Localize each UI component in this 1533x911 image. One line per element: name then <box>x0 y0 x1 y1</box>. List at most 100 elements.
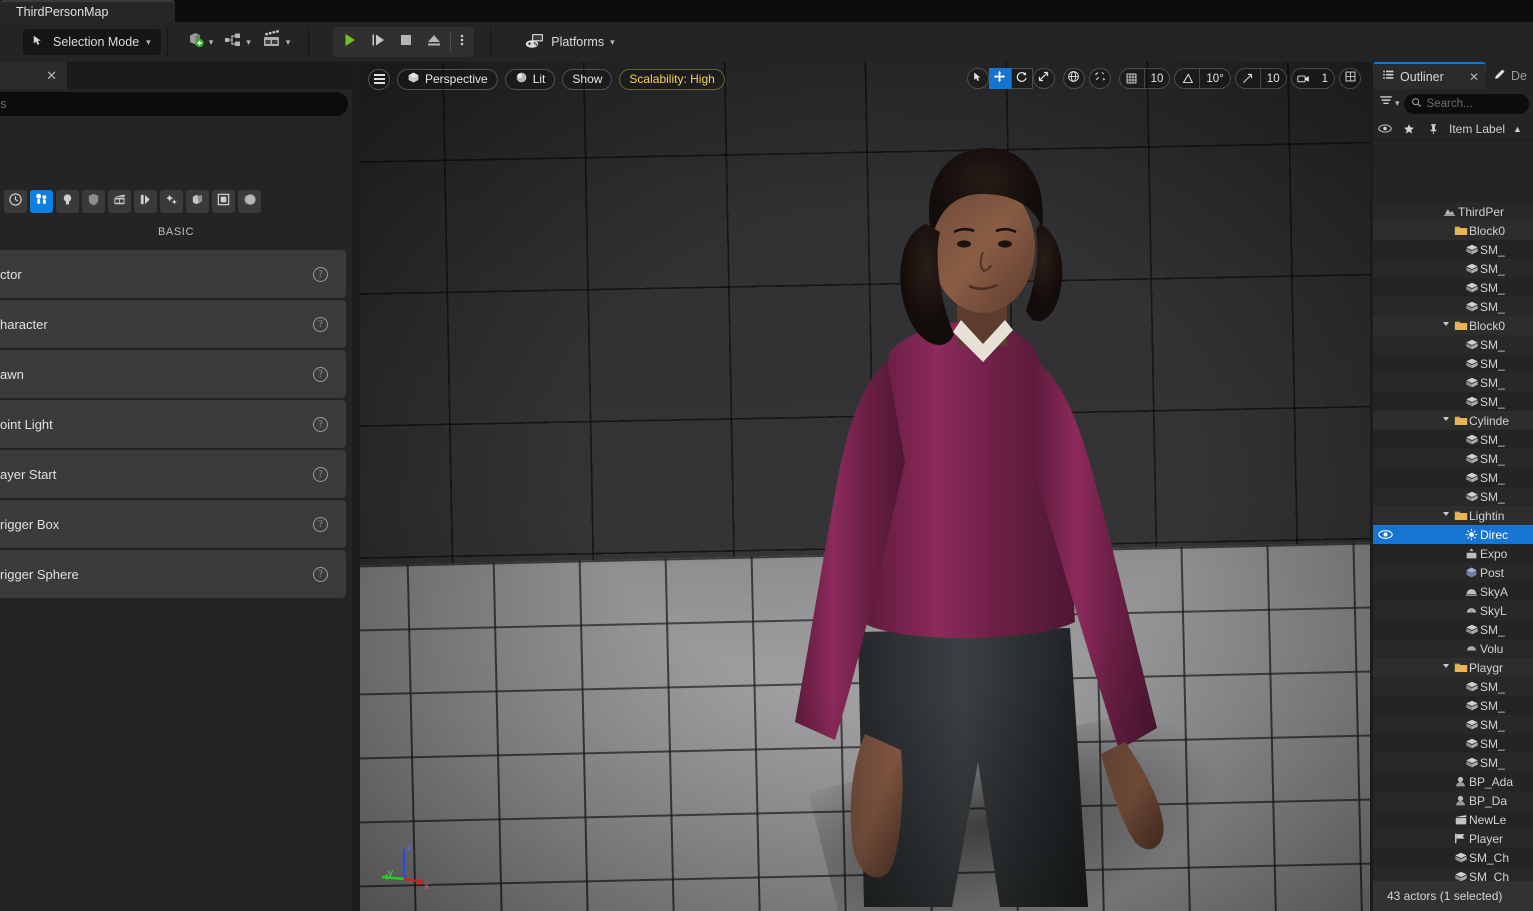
row-visibility-toggle[interactable] <box>1373 529 1397 540</box>
tab-place-actors[interactable]: ctors ✕ <box>0 62 67 89</box>
skip-button[interactable] <box>364 29 392 55</box>
close-icon[interactable]: ✕ <box>1469 70 1479 84</box>
outliner-filter-button[interactable]: ▾ <box>1379 94 1400 113</box>
level-viewport[interactable]: Perspective Lit Show Scalability: High 1… <box>360 62 1370 911</box>
scale-tool-button[interactable] <box>1032 68 1055 89</box>
stop-button[interactable] <box>392 29 420 55</box>
platforms-button[interactable]: Platforms ▾ <box>517 28 622 56</box>
outliner-row[interactable]: Volu <box>1373 639 1533 658</box>
expand-caret-icon[interactable] <box>1443 664 1449 671</box>
outliner-row[interactable]: Block0 <box>1373 221 1533 240</box>
outliner-row[interactable]: SM_ <box>1373 753 1533 772</box>
place-actor-item[interactable]: rigger Box? <box>0 500 346 548</box>
outliner-row[interactable]: SM_ <box>1373 449 1533 468</box>
translate-tool-button[interactable] <box>988 68 1011 89</box>
outliner-row[interactable]: SM_ <box>1373 487 1533 506</box>
tab-details[interactable]: De <box>1486 62 1533 89</box>
help-icon[interactable]: ? <box>313 266 328 282</box>
viewport-scalability-button[interactable]: Scalability: High <box>619 68 725 90</box>
viewport-menu-button[interactable] <box>368 68 390 90</box>
world-coordinates-button[interactable] <box>1062 68 1085 89</box>
expand-caret-icon[interactable] <box>1443 417 1449 424</box>
outliner-row[interactable]: Cylinde <box>1373 411 1533 430</box>
outliner-row[interactable]: SM_ <box>1373 468 1533 487</box>
place-actor-item[interactable]: ayer Start? <box>0 450 346 498</box>
category-visual-effects[interactable] <box>134 190 157 213</box>
outliner-row[interactable]: NewLe <box>1373 810 1533 829</box>
outliner-search-input[interactable]: Search... <box>1403 93 1529 114</box>
outliner-row[interactable]: SM_ <box>1373 677 1533 696</box>
grid-snap-control[interactable]: 10 <box>1118 68 1171 89</box>
outliner-row-selected[interactable]: Direc <box>1373 525 1533 544</box>
place-actor-item[interactable]: oint Light? <box>0 400 346 448</box>
scale-snap-control[interactable]: 10 <box>1234 68 1287 89</box>
rotate-tool-button[interactable] <box>1010 68 1033 89</box>
place-actor-item[interactable]: ctor? <box>0 250 346 298</box>
pin-icon[interactable] <box>1425 123 1441 135</box>
category-extra[interactable] <box>238 190 261 213</box>
outliner-row[interactable]: SM_ <box>1373 696 1533 715</box>
outliner-row[interactable]: Player <box>1373 829 1533 848</box>
expand-caret-icon[interactable] <box>1443 322 1449 329</box>
outliner-row[interactable]: Expo <box>1373 544 1533 563</box>
outliner-row[interactable]: Lightin <box>1373 506 1533 525</box>
place-actor-item[interactable]: haracter? <box>0 300 346 348</box>
category-cinematic[interactable] <box>108 190 131 213</box>
help-icon[interactable]: ? <box>313 316 328 332</box>
outliner-row[interactable]: SM_ <box>1373 278 1533 297</box>
category-geometry[interactable] <box>160 190 183 213</box>
outliner-row[interactable]: SM_ <box>1373 297 1533 316</box>
sort-asc-icon[interactable]: ▲ <box>1513 124 1522 134</box>
viewport-show-button[interactable]: Show <box>562 68 613 90</box>
category-volumes[interactable] <box>186 190 209 213</box>
close-icon[interactable]: ✕ <box>46 68 57 84</box>
outliner-row[interactable]: SM_ <box>1373 335 1533 354</box>
help-icon[interactable]: ? <box>313 416 328 432</box>
outliner-row[interactable]: SM_ <box>1373 259 1533 278</box>
outliner-row[interactable]: Post <box>1373 563 1533 582</box>
outliner-row[interactable]: BP_Ada <box>1373 772 1533 791</box>
blueprints-button[interactable]: ▾ <box>219 27 255 57</box>
outliner-row[interactable]: ThirdPer <box>1373 202 1533 221</box>
outliner-row[interactable]: SM_Ch <box>1373 848 1533 867</box>
select-tool-button[interactable] <box>966 68 989 89</box>
outliner-row[interactable]: SM_ <box>1373 392 1533 411</box>
add-actor-button[interactable]: ▾ <box>182 27 218 57</box>
help-icon[interactable]: ? <box>313 566 328 582</box>
outliner-row[interactable]: SM_ <box>1373 620 1533 639</box>
angle-snap-control[interactable]: 10° <box>1174 68 1231 89</box>
category-all-classes[interactable] <box>212 190 235 213</box>
eject-button[interactable] <box>420 29 448 55</box>
category-shapes[interactable] <box>82 190 105 213</box>
category-lights[interactable] <box>56 190 79 213</box>
eye-icon[interactable] <box>1377 123 1393 134</box>
outliner-row[interactable]: SM_ <box>1373 240 1533 259</box>
viewport-lit-button[interactable]: Lit <box>504 68 556 90</box>
place-actor-item[interactable]: awn? <box>0 350 346 398</box>
category-recently-placed[interactable] <box>4 190 27 213</box>
place-actors-search-input[interactable]: Classes <box>0 92 348 116</box>
help-icon[interactable]: ? <box>313 516 328 532</box>
maximize-viewport-button[interactable] <box>1339 68 1361 89</box>
tab-outliner[interactable]: Outliner ✕ <box>1373 62 1486 89</box>
outliner-row[interactable]: SkyL <box>1373 601 1533 620</box>
category-basic[interactable] <box>30 190 53 213</box>
viewport-perspective-button[interactable]: Perspective <box>397 68 498 90</box>
outliner-row[interactable]: SM_ <box>1373 430 1533 449</box>
outliner-row[interactable]: Block0 <box>1373 316 1533 335</box>
outliner-row[interactable]: Playgr <box>1373 658 1533 677</box>
outliner-row[interactable]: SM_ <box>1373 373 1533 392</box>
outliner-row[interactable]: SM_ <box>1373 715 1533 734</box>
play-button[interactable] <box>336 29 364 55</box>
surface-snapping-button[interactable] <box>1088 68 1111 89</box>
level-tab-thirdpersonmap[interactable]: ThirdPersonMap <box>0 0 175 22</box>
star-icon[interactable] <box>1401 123 1417 135</box>
place-actor-item[interactable]: rigger Sphere? <box>0 550 346 598</box>
help-icon[interactable]: ? <box>313 466 328 482</box>
expand-caret-icon[interactable] <box>1443 512 1449 519</box>
outliner-row[interactable]: SM_ <box>1373 354 1533 373</box>
outliner-tree[interactable]: ThirdPer Block0 SM_ SM_ SM_ SM_ Block0 SM_ SM_ SM… <box>1373 202 1533 881</box>
help-icon[interactable]: ? <box>313 366 328 382</box>
camera-speed-control[interactable]: 1 <box>1290 68 1335 89</box>
cinematics-button[interactable]: ▾ <box>257 27 295 57</box>
